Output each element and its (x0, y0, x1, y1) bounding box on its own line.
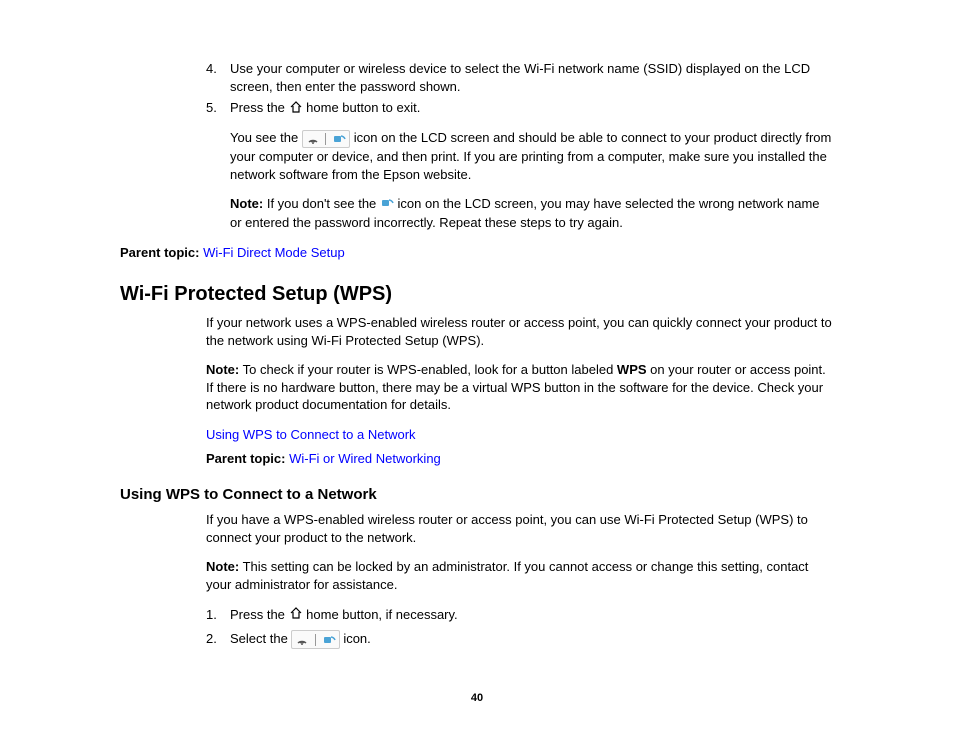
document-page: 4. Use your computer or wireless device … (0, 0, 954, 738)
step-text: Press the home button to exit. (230, 99, 834, 117)
wps-connect-link[interactable]: Using WPS to Connect to a Network (206, 427, 416, 442)
top-steps-list: 4. Use your computer or wireless device … (120, 60, 834, 117)
wifi-direct-icon (302, 130, 350, 149)
using-wps-steps: 1. Press the home button, if necessary. … (206, 606, 834, 649)
page-number: 40 (0, 692, 954, 704)
wps-step-1: 1. Press the home button, if necessary. (206, 606, 834, 624)
wps-step-2: 2. Select the icon. (206, 630, 834, 649)
step-number: 2. (206, 630, 230, 649)
using-wps-note: Note: This setting can be locked by an a… (206, 558, 834, 593)
note-paragraph: Note: If you don't see the icon on the L… (230, 195, 834, 231)
note-label: Note: (206, 362, 239, 377)
step-5: 5. Press the home button to exit. (120, 99, 834, 117)
using-wps-body: If you have a WPS-enabled wireless route… (206, 511, 834, 648)
home-icon (289, 100, 303, 118)
parent-topic-row: Parent topic: Wi-Fi Direct Mode Setup (120, 244, 834, 262)
page-content: 4. Use your computer or wireless device … (120, 60, 834, 649)
step5-followup: You see the icon on the LCD screen and s… (230, 129, 834, 231)
parent-topic-label: Parent topic: (120, 245, 199, 260)
home-icon (289, 606, 303, 624)
wifi-direct-icon (291, 630, 339, 649)
step-number: 1. (206, 606, 230, 624)
step-number: 4. (120, 60, 230, 95)
wps-intro: If your network uses a WPS-enabled wirel… (206, 314, 834, 349)
wps-note: Note: To check if your router is WPS-ena… (206, 361, 834, 414)
parent-topic-row: Parent topic: Wi-Fi or Wired Networking (206, 450, 834, 468)
wps-heading: Wi-Fi Protected Setup (WPS) (120, 281, 834, 308)
using-wps-intro: If you have a WPS-enabled wireless route… (206, 511, 834, 546)
parent-topic-link[interactable]: Wi-Fi Direct Mode Setup (203, 245, 345, 260)
note-label: Note: (230, 196, 263, 211)
wps-body: If your network uses a WPS-enabled wirel… (206, 314, 834, 467)
note-label: Note: (206, 559, 239, 574)
step-4: 4. Use your computer or wireless device … (120, 60, 834, 95)
wps-sublink: Using WPS to Connect to a Network (206, 426, 834, 444)
using-wps-heading: Using WPS to Connect to a Network (120, 485, 834, 505)
step-text: Use your computer or wireless device to … (230, 60, 834, 95)
step-text: Select the icon. (230, 630, 834, 649)
step-text: Press the home button, if necessary. (230, 606, 834, 624)
wps-bold: WPS (617, 362, 647, 377)
paragraph: You see the icon on the LCD screen and s… (230, 129, 834, 183)
step-number: 5. (120, 99, 230, 117)
parent-topic-label: Parent topic: (206, 451, 285, 466)
parent-topic-link[interactable]: Wi-Fi or Wired Networking (289, 451, 441, 466)
wifi-direct-small-icon (380, 196, 394, 215)
